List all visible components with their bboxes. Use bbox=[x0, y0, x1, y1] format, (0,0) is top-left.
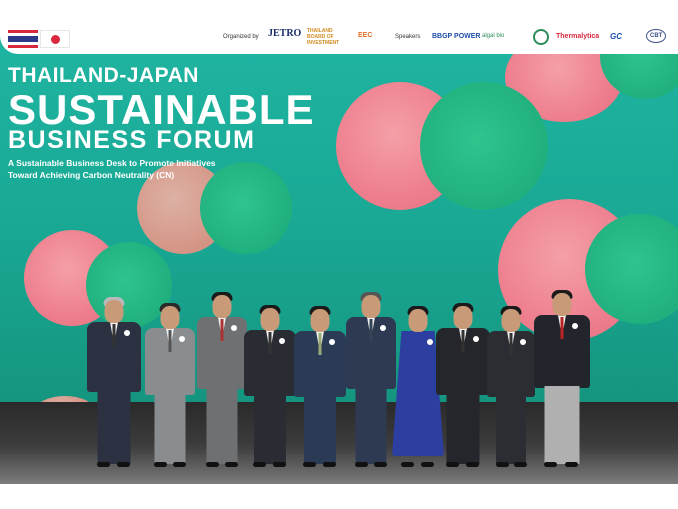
boutonniere-icon bbox=[124, 330, 130, 336]
shoe bbox=[225, 462, 238, 467]
trousers bbox=[206, 387, 238, 464]
boutonniere-icon bbox=[427, 339, 433, 345]
shoe bbox=[206, 462, 219, 467]
tie bbox=[369, 319, 373, 341]
person bbox=[534, 290, 590, 468]
person bbox=[244, 305, 296, 468]
shoe bbox=[355, 462, 368, 467]
trousers bbox=[97, 390, 131, 464]
person bbox=[436, 303, 490, 468]
head bbox=[552, 293, 572, 316]
decor-circle bbox=[420, 82, 548, 210]
bbgp-power-logo: BBGP POWER bbox=[432, 33, 481, 40]
shoe bbox=[446, 462, 459, 467]
trousers bbox=[355, 387, 387, 464]
tie bbox=[112, 324, 116, 346]
shoe bbox=[97, 462, 110, 467]
trousers bbox=[304, 395, 336, 464]
tie bbox=[220, 319, 224, 341]
shoe bbox=[173, 462, 186, 467]
shoe bbox=[544, 462, 557, 467]
tie bbox=[560, 317, 564, 339]
decor-circle bbox=[200, 162, 292, 254]
head bbox=[501, 309, 521, 332]
forum-title-line3: BUSINESS FORUM bbox=[8, 126, 256, 154]
trousers bbox=[154, 393, 186, 464]
boutonniere-icon bbox=[231, 325, 237, 331]
gc-logo: GC bbox=[610, 32, 622, 41]
person bbox=[197, 292, 247, 468]
organized-by-label: Organized by bbox=[223, 34, 259, 40]
tie bbox=[268, 332, 272, 354]
shoe bbox=[117, 462, 130, 467]
shoe bbox=[466, 462, 479, 467]
trousers bbox=[544, 386, 580, 464]
head bbox=[310, 309, 330, 332]
boi-logo: THAILAND BOARD OF INVESTMENT bbox=[307, 28, 340, 46]
shoe bbox=[496, 462, 509, 467]
tie bbox=[318, 333, 322, 355]
boutonniere-icon bbox=[179, 336, 185, 342]
shoe bbox=[401, 462, 414, 467]
forum-subtitle-line2: Toward Achieving Carbon Neutrality (CN) bbox=[8, 170, 175, 180]
trousers bbox=[496, 395, 526, 464]
boutonniere-icon bbox=[520, 339, 526, 345]
algal-bio-logo: algal bio bbox=[482, 33, 505, 39]
boutonniere-icon bbox=[279, 338, 285, 344]
boutonniere-icon bbox=[473, 336, 479, 342]
head bbox=[212, 295, 232, 318]
person bbox=[87, 297, 141, 468]
head bbox=[408, 309, 428, 332]
person bbox=[346, 292, 396, 468]
tie bbox=[168, 330, 172, 352]
boutonniere-icon bbox=[329, 339, 335, 345]
seal-logo-icon bbox=[533, 29, 549, 45]
forum-subtitle-line1: A Sustainable Business Desk to Promote I… bbox=[8, 158, 216, 168]
head bbox=[453, 306, 473, 329]
shoe bbox=[303, 462, 316, 467]
tie bbox=[461, 330, 465, 352]
japan-flag-icon bbox=[40, 30, 70, 48]
shoe bbox=[374, 462, 387, 467]
shoe bbox=[323, 462, 336, 467]
person bbox=[294, 306, 346, 468]
speakers-label: Speakers bbox=[395, 34, 421, 40]
trousers bbox=[254, 394, 286, 464]
thailand-flag-icon bbox=[8, 30, 38, 48]
boutonniere-icon bbox=[572, 323, 578, 329]
forum-title-line1: THAILAND-JAPAN bbox=[8, 64, 199, 87]
shoe bbox=[253, 462, 266, 467]
head bbox=[160, 306, 180, 329]
jetro-logo: JETRO bbox=[268, 28, 302, 39]
shoe bbox=[421, 462, 434, 467]
tie bbox=[509, 333, 513, 355]
trousers bbox=[446, 393, 480, 464]
head bbox=[260, 308, 280, 331]
shoe bbox=[154, 462, 167, 467]
head bbox=[361, 295, 381, 318]
person bbox=[145, 303, 195, 468]
person bbox=[487, 306, 535, 468]
thermalytica-logo: Thermalytica bbox=[556, 33, 600, 40]
eec-logo: EEC bbox=[358, 32, 373, 39]
shoe bbox=[514, 462, 527, 467]
boutonniere-icon bbox=[380, 325, 386, 331]
head bbox=[104, 300, 124, 323]
shoe bbox=[565, 462, 578, 467]
shoe bbox=[273, 462, 286, 467]
